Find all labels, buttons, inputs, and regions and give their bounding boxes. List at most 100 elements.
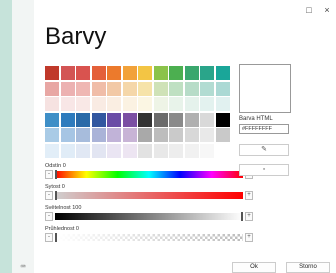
color-swatch[interactable] — [215, 97, 230, 111]
color-swatch[interactable] — [215, 66, 230, 80]
color-swatch[interactable] — [107, 143, 121, 158]
color-swatch[interactable] — [200, 143, 214, 158]
transparency-slider[interactable]: - + — [45, 233, 253, 242]
color-swatch[interactable] — [138, 97, 152, 111]
color-swatch[interactable] — [153, 143, 168, 158]
ok-button[interactable]: Ok — [232, 262, 276, 273]
color-swatch[interactable] — [45, 112, 59, 127]
color-swatch[interactable] — [91, 143, 106, 158]
saturation-label: Sytost 0 — [45, 184, 65, 190]
brightness-decrease-button[interactable]: - — [45, 212, 53, 221]
color-swatch[interactable] — [45, 97, 59, 111]
color-swatch[interactable] — [153, 97, 168, 111]
color-swatch[interactable] — [169, 81, 183, 96]
color-swatch[interactable] — [169, 112, 183, 127]
color-swatch[interactable] — [184, 81, 199, 96]
color-swatch[interactable] — [60, 97, 75, 111]
color-swatch[interactable] — [122, 112, 137, 127]
transparency-increase-button[interactable]: + — [245, 233, 253, 242]
hue-slider[interactable]: - + — [45, 170, 253, 179]
color-swatch[interactable] — [107, 112, 121, 127]
color-swatch[interactable] — [184, 112, 199, 127]
color-swatch[interactable] — [122, 128, 137, 142]
color-swatch[interactable] — [60, 143, 75, 158]
color-swatch[interactable] — [76, 143, 90, 158]
cancel-button[interactable]: Storno — [286, 262, 330, 273]
color-swatch[interactable] — [153, 128, 168, 142]
color-swatch[interactable] — [184, 143, 199, 158]
color-swatch[interactable] — [200, 112, 214, 127]
close-icon[interactable]: × — [322, 4, 332, 16]
color-swatch[interactable] — [91, 97, 106, 111]
saturation-slider[interactable]: - + — [45, 191, 253, 200]
color-swatch[interactable] — [138, 81, 152, 96]
brightness-track[interactable] — [55, 212, 243, 221]
color-swatch[interactable] — [76, 112, 90, 127]
color-swatch[interactable] — [76, 66, 90, 80]
color-swatch[interactable] — [122, 97, 137, 111]
color-swatch[interactable] — [60, 128, 75, 142]
color-swatch[interactable] — [138, 128, 152, 142]
transparency-decrease-button[interactable]: - — [45, 233, 53, 242]
color-swatch[interactable] — [45, 128, 59, 142]
color-swatch[interactable] — [76, 128, 90, 142]
color-swatch[interactable] — [138, 143, 152, 158]
color-swatch[interactable] — [215, 81, 230, 96]
color-swatch[interactable] — [45, 66, 59, 80]
saturation-increase-button[interactable]: + — [245, 191, 253, 200]
color-swatch[interactable] — [76, 81, 90, 96]
color-swatch[interactable] — [107, 66, 121, 80]
color-swatch[interactable] — [153, 81, 168, 96]
color-swatch[interactable] — [122, 81, 137, 96]
color-swatch[interactable] — [153, 112, 168, 127]
maximize-icon[interactable]: □ — [304, 4, 314, 16]
color-swatch[interactable] — [138, 112, 152, 127]
brightness-slider[interactable]: - + — [45, 212, 253, 221]
color-swatch[interactable] — [60, 66, 75, 80]
color-swatch[interactable] — [138, 66, 152, 80]
html-color-input[interactable]: #FFFFFFFF — [239, 124, 289, 134]
color-swatch[interactable] — [122, 143, 137, 158]
color-swatch[interactable] — [200, 81, 214, 96]
color-swatch[interactable] — [91, 128, 106, 142]
eyedropper-button[interactable]: ✎ — [239, 144, 289, 156]
color-swatch[interactable] — [91, 66, 106, 80]
color-swatch[interactable] — [184, 128, 199, 142]
color-swatch[interactable] — [215, 128, 230, 142]
saturation-thumb[interactable] — [55, 191, 57, 200]
keyboard-icon[interactable]: ⌨ — [12, 262, 34, 271]
transparency-thumb[interactable] — [55, 233, 57, 242]
color-swatch[interactable] — [107, 128, 121, 142]
transparency-track[interactable] — [55, 233, 243, 242]
color-swatch[interactable] — [91, 112, 106, 127]
saturation-track[interactable] — [55, 191, 243, 200]
color-swatch[interactable] — [184, 97, 199, 111]
color-swatch[interactable] — [91, 81, 106, 96]
color-swatch[interactable] — [107, 97, 121, 111]
color-swatch[interactable] — [200, 66, 214, 80]
color-swatch[interactable] — [60, 112, 75, 127]
color-swatch[interactable] — [215, 112, 230, 127]
color-swatch[interactable] — [215, 143, 230, 158]
color-swatch[interactable] — [107, 81, 121, 96]
color-swatch[interactable] — [169, 66, 183, 80]
color-swatch[interactable] — [76, 97, 90, 111]
color-swatch[interactable] — [45, 81, 59, 96]
color-swatch[interactable] — [169, 97, 183, 111]
color-swatch[interactable] — [153, 66, 168, 80]
color-swatch[interactable] — [200, 128, 214, 142]
brightness-increase-button[interactable]: + — [245, 212, 253, 221]
color-swatch[interactable] — [169, 128, 183, 142]
hue-track[interactable] — [55, 170, 243, 179]
color-picker-button[interactable]: ▫ — [239, 164, 289, 176]
brightness-thumb[interactable] — [241, 212, 243, 221]
color-swatch[interactable] — [184, 66, 199, 80]
color-swatch[interactable] — [60, 81, 75, 96]
color-swatch[interactable] — [122, 66, 137, 80]
hue-decrease-button[interactable]: - — [45, 170, 53, 179]
hue-thumb[interactable] — [55, 170, 57, 179]
color-swatch[interactable] — [200, 97, 214, 111]
color-swatch[interactable] — [45, 143, 59, 158]
color-swatch[interactable] — [169, 143, 183, 158]
saturation-decrease-button[interactable]: - — [45, 191, 53, 200]
